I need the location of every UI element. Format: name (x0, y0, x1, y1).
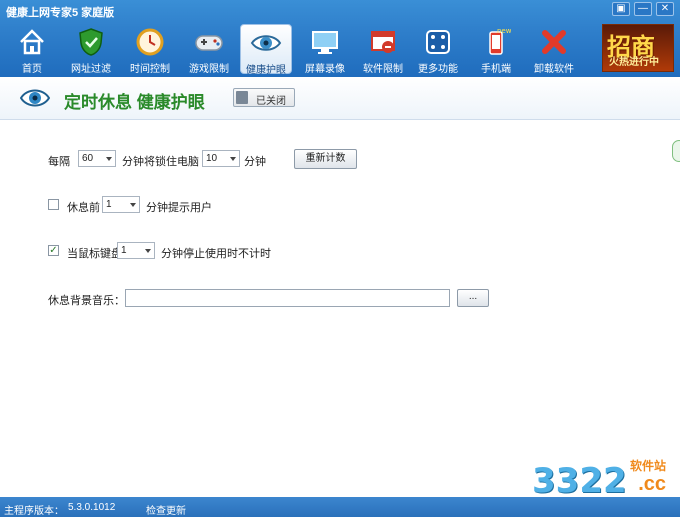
toolbar-item-more[interactable]: 更多功能 (412, 24, 464, 75)
toolbar-item-game-limit[interactable]: 游戏限制 (183, 24, 235, 75)
toolbar-label: 首页 (22, 64, 42, 75)
watermark-number: 3322 (532, 461, 627, 501)
lock-duration-select[interactable]: 10 (202, 150, 240, 167)
remind-minutes-value: 1 (106, 199, 112, 210)
toolbar-item-mobile[interactable]: new 手机端 (470, 24, 522, 75)
toolbar-label: 网址过滤 (71, 64, 111, 75)
toolbar-label: 卸载软件 (534, 64, 574, 75)
chevron-down-icon (230, 157, 236, 161)
side-tab[interactable] (672, 140, 680, 162)
toolbar-item-screen-record[interactable]: 屏幕录像 (299, 24, 351, 75)
toolbar-label: 软件限制 (363, 64, 403, 75)
chevron-down-icon (106, 157, 112, 161)
window-controls: ▣ — ✕ (612, 2, 674, 16)
close-icon[interactable]: ✕ (656, 2, 674, 16)
chevron-down-icon (145, 249, 151, 253)
browse-button[interactable]: ... (457, 289, 489, 307)
idle-minutes-value: 1 (121, 245, 127, 256)
lock-duration-value: 10 (206, 153, 218, 164)
monitor-icon (309, 26, 341, 58)
eye-icon (250, 27, 282, 59)
toolbar-label: 更多功能 (418, 64, 458, 75)
version-value: 5.3.0.1012 (68, 502, 116, 513)
idle-minutes-select[interactable]: 1 (117, 242, 155, 259)
watermark-site: 软件站 (629, 459, 666, 473)
music-label: 休息背景音乐： (48, 295, 125, 307)
minimize-icon[interactable]: — (634, 2, 652, 16)
remind-after-label: 分钟提示用户 (146, 202, 212, 214)
toolbar-label: 手机端 (481, 64, 511, 75)
app-title: 健康上网专家5 家庭版 (6, 7, 115, 19)
chevron-down-icon (130, 203, 136, 207)
new-badge: new (497, 27, 511, 35)
promo-subtitle: 火热进行中 (609, 57, 659, 68)
top-bar: 健康上网专家5 家庭版 ▣ — ✕ 首页 网址过滤 时间控制 游戏限制 健康护眼… (0, 0, 680, 77)
toolbar-item-software-limit[interactable]: 软件限制 (357, 24, 409, 75)
site-watermark: 3322 软件站 .cc (530, 455, 670, 503)
idle-when-label: 当鼠标键盘 (67, 248, 122, 260)
toolbar-item-uninstall[interactable]: 卸载软件 (528, 24, 580, 75)
toolbar-item-url-filter[interactable]: 网址过滤 (65, 24, 117, 75)
more-icon (422, 26, 454, 58)
software-block-icon (367, 26, 399, 58)
rest-interval-select[interactable]: 60 (78, 150, 116, 167)
remind-before-label: 休息前 (67, 202, 100, 214)
toolbar-item-home[interactable]: 首页 (6, 24, 58, 75)
clock-icon (134, 26, 166, 58)
version-label: 主程序版本： (4, 506, 64, 517)
lock-label: 分钟将锁住电脑 (122, 156, 199, 168)
status-bar: 主程序版本： 5.3.0.1012 检查更新 (0, 497, 680, 517)
remind-checkbox[interactable] (48, 199, 59, 210)
main-toolbar: 首页 网址过滤 时间控制 游戏限制 健康护眼 屏幕录像 软件限制 更多功能 ne… (0, 22, 680, 76)
every-label: 每隔 (48, 156, 70, 168)
eye-icon (19, 86, 51, 110)
toolbar-item-time-control[interactable]: 时间控制 (124, 24, 176, 75)
page-title: 定时休息 健康护眼 (64, 93, 205, 112)
restore-icon[interactable]: ▣ (612, 2, 630, 16)
toolbar-label: 时间控制 (130, 64, 170, 75)
eye-care-form: 每隔 60 分钟将锁住电脑 10 分钟 重新计数 休息前 1 分钟提示用户 ✓ … (0, 121, 680, 496)
home-icon (16, 26, 48, 58)
feature-toggle[interactable]: 已关闭 (233, 88, 295, 107)
uninstall-icon (538, 26, 570, 58)
rest-interval-value: 60 (82, 153, 94, 164)
toggle-state-label: 已关闭 (256, 96, 286, 107)
remind-minutes-select[interactable]: 1 (102, 196, 140, 213)
section-header: 定时休息 健康护眼 已关闭 (0, 77, 680, 120)
idle-after-label: 分钟停止使用时不计时 (161, 248, 271, 260)
music-path-input[interactable] (125, 289, 450, 307)
toolbar-item-eye-care[interactable]: 健康护眼 (240, 24, 292, 76)
promo-banner[interactable]: 招商 火热进行中 (602, 24, 674, 72)
watermark-domain: .cc (638, 473, 666, 495)
idle-checkbox[interactable]: ✓ (48, 245, 59, 256)
minutes-label: 分钟 (244, 156, 266, 168)
title-bar: 健康上网专家5 家庭版 ▣ — ✕ (0, 0, 680, 20)
toolbar-label: 屏幕录像 (305, 64, 345, 75)
toolbar-label: 健康护眼 (246, 65, 286, 76)
gamepad-icon (193, 26, 225, 58)
check-update-link[interactable]: 检查更新 (146, 502, 186, 517)
phone-icon: new (480, 26, 512, 58)
toggle-knob (236, 91, 248, 104)
shield-icon (75, 26, 107, 58)
toolbar-label: 游戏限制 (189, 64, 229, 75)
reset-count-button[interactable]: 重新计数 (294, 149, 357, 169)
